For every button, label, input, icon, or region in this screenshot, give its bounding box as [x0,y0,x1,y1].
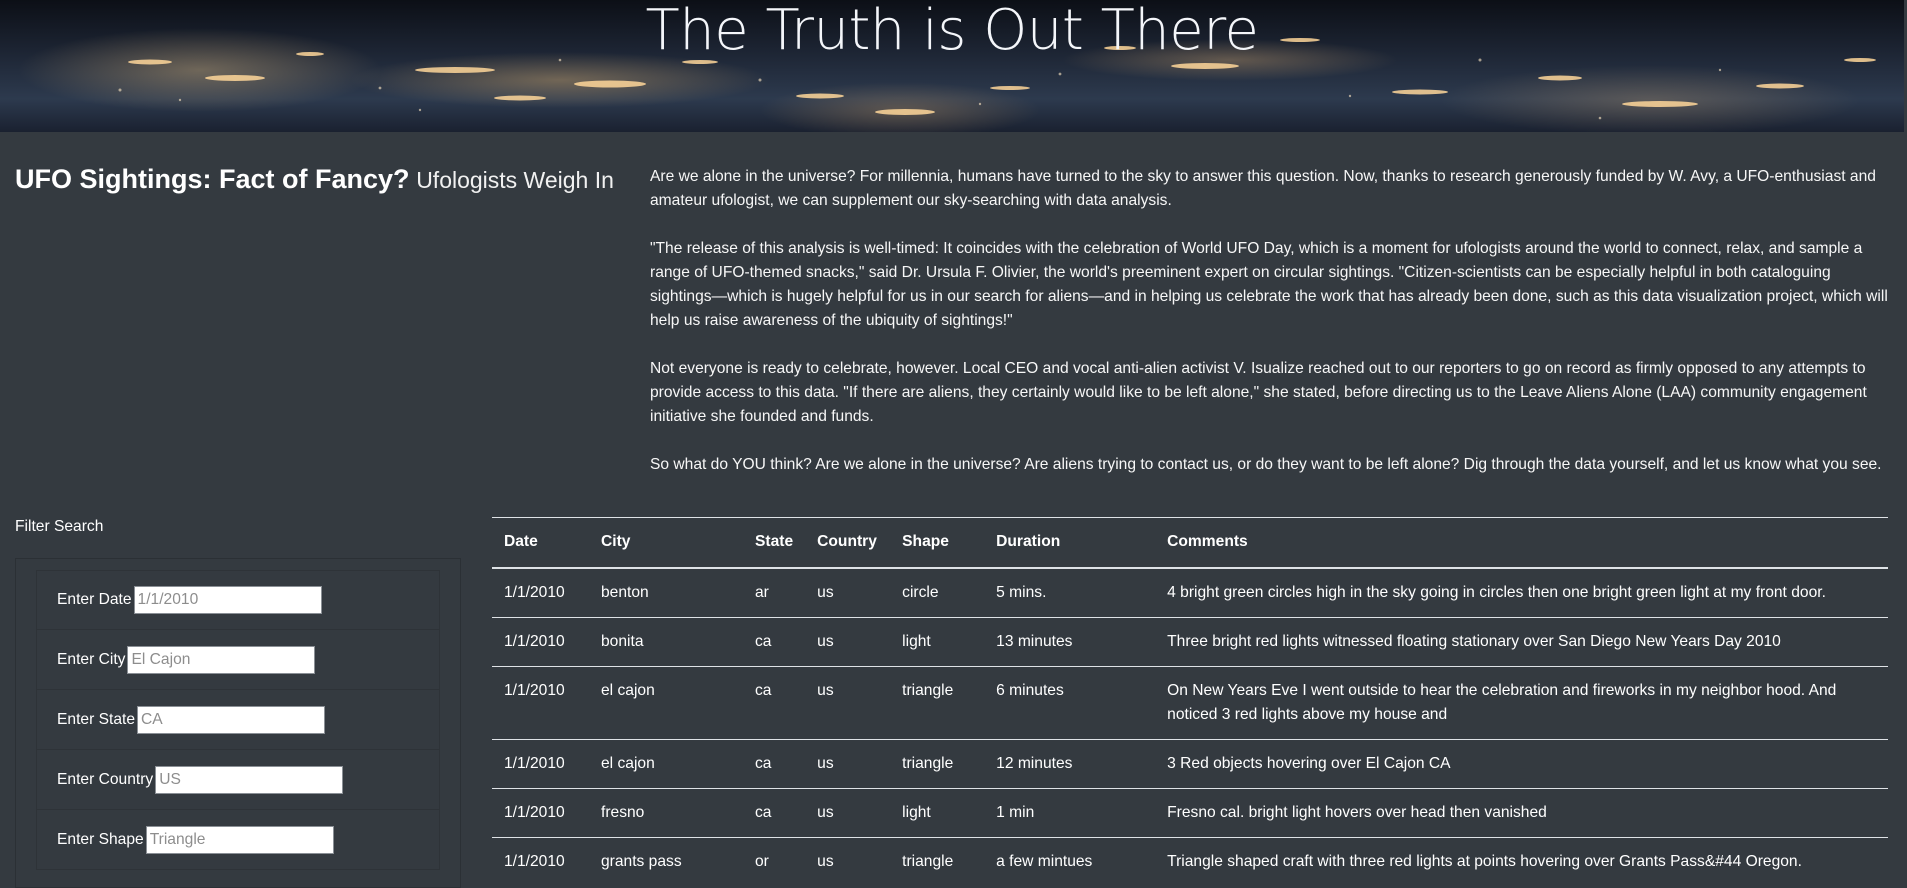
cell-city: benton [601,583,649,601]
cell-shape: triangle [890,836,985,886]
table-header-row: Date City State Country Shape Duration C… [492,517,1888,569]
cell-duration: 12 minutes [984,738,1156,788]
cell-date: 1/1/2010 [492,665,589,739]
cell-city: el cajon [589,738,743,788]
hero-title: The Truth is Out There [645,0,1259,63]
cell-date: 1/1/2010 [492,616,589,666]
cell-comments: On New Years Eve I went outside to hear … [1155,665,1888,739]
cell-duration: 13 minutes [984,616,1156,666]
cell-country: us [805,665,891,739]
cell-country: us [805,616,891,666]
cell-duration: 5 mins. [996,583,1047,601]
cell-city: el cajon [589,665,743,739]
cell-shape: light [890,787,985,837]
cell-shape: triangle [890,738,985,788]
cell-duration: 1 min [984,787,1156,837]
cell-country: us [817,583,834,601]
cell-duration: a few mintues [984,836,1156,886]
cell-country: us [805,738,891,788]
table-row: 1/1/2010 benton ar us circle 5 mins. 4 b… [492,568,1888,618]
table-row: 1/1/2010 el cajon ca us triangle 12 minu… [492,738,1888,788]
date-input[interactable] [133,586,322,614]
filter-item-state: Enter State [36,690,440,750]
cell-country: us [805,787,891,837]
cell-date: 1/1/2010 [492,787,589,837]
filter-item-country: Enter Country [36,750,440,810]
filter-item-city: Enter City [36,630,440,690]
column-header-comments: Comments [1155,517,1888,569]
shape-input[interactable] [145,825,334,854]
article-body: Are we alone in the universe? For millen… [650,165,1890,501]
cell-comments: Fresno cal. bright light hovers over hea… [1155,787,1888,837]
table-body: 1/1/2010 benton ar us circle 5 mins. 4 b… [492,568,1888,886]
country-input[interactable] [155,765,344,794]
city-label: Enter City [57,650,126,668]
filter-title: Filter Search [15,518,104,535]
cell-date: 1/1/2010 [504,583,565,601]
column-header-country: Country [805,517,891,569]
filter-item-date: Enter Date [36,570,440,630]
sightings-table: Date City State Country Shape Duration C… [492,517,1888,886]
column-header-state: State [743,517,806,569]
table-row: 1/1/2010 grants pass or us triangle a fe… [492,836,1888,886]
column-header-city: City [589,517,743,569]
cell-comments: 4 bright green circles high in the sky g… [1167,583,1826,601]
table-row: 1/1/2010 el cajon ca us triangle 6 minut… [492,665,1888,739]
story-title: UFO Sightings: Fact of Fancy? Ufologists… [15,164,615,195]
table-row: 1/1/2010 bonita ca us light 13 minutes T… [492,616,1888,666]
cell-shape: circle [902,583,939,601]
cell-date: 1/1/2010 [492,836,589,886]
cell-comments: Three bright red lights witnessed floati… [1155,616,1888,666]
column-header-duration: Duration [984,517,1156,569]
state-input[interactable] [137,705,326,734]
column-header-date: Date [492,517,589,569]
sightings-table-container: Date City State Country Shape Duration C… [492,517,1888,886]
cell-state: ca [743,616,806,666]
city-input[interactable] [127,645,316,674]
table-header: Date City State Country Shape Duration C… [492,517,1888,569]
cell-shape: light [890,616,985,666]
cell-state: ca [743,738,806,788]
cell-state: ar [755,583,769,601]
cell-shape: triangle [890,665,985,739]
article-paragraph: "The release of this analysis is well-ti… [650,240,1888,329]
cell-date: 1/1/2010 [492,738,589,788]
state-label: Enter State [57,710,136,728]
hero-banner: The Truth is Out There [0,0,1904,132]
cell-city: bonita [589,616,743,666]
cell-country: us [805,836,891,886]
cell-city: fresno [589,787,743,837]
article-paragraph: So what do YOU think? Are we alone in th… [650,456,1882,473]
article-paragraph: Are we alone in the universe? For millen… [650,168,1876,209]
country-label: Enter Country [57,770,154,788]
story-title-subtitle: Ufologists Weigh In [416,167,614,193]
story-title-main: UFO Sightings: Fact of Fancy? [15,164,410,194]
cell-state: ca [743,665,806,739]
shape-label: Enter Shape [57,830,144,848]
cell-comments: Triangle shaped craft with three red lig… [1155,836,1888,886]
cell-state: ca [743,787,806,837]
cell-duration: 6 minutes [984,665,1156,739]
filter-item-shape: Enter Shape [36,810,440,870]
date-label: Enter Date [57,591,132,608]
filter-list: Enter Date Enter City Enter State Enter … [36,570,440,870]
cell-city: grants pass [589,836,743,886]
table-row: 1/1/2010 fresno ca us light 1 min Fresno… [492,787,1888,837]
article-paragraph: Not everyone is ready to celebrate, howe… [650,360,1867,425]
cell-comments: 3 Red objects hovering over El Cajon CA [1155,738,1888,788]
cell-state: or [743,836,806,886]
column-header-shape: Shape [890,517,985,569]
